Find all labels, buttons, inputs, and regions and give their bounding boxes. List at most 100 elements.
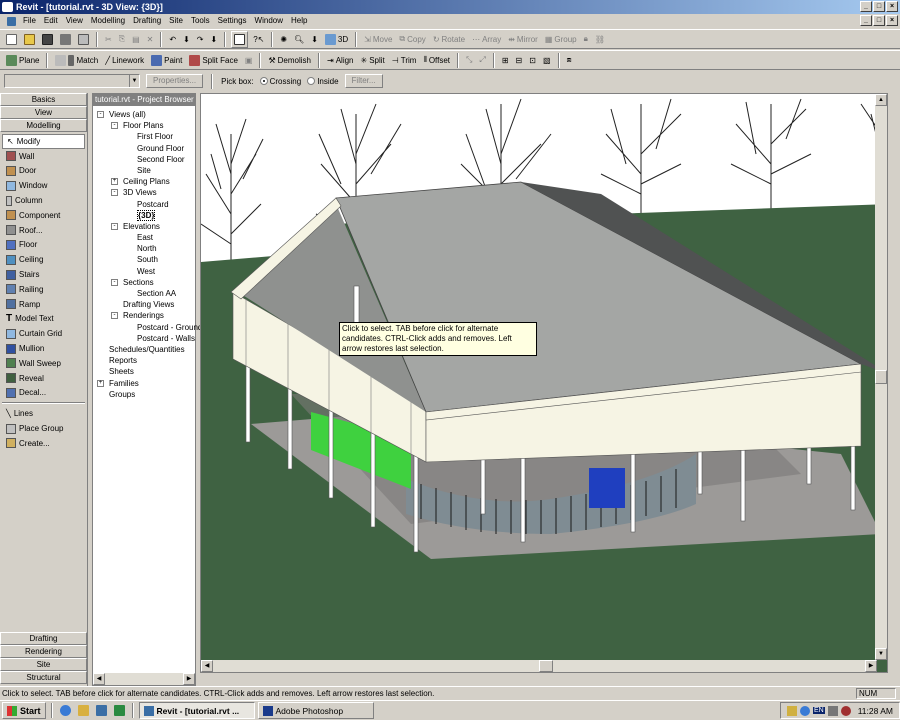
view-hscrollbar[interactable]: ◀ ▶ — [201, 660, 877, 672]
browser-item[interactable]: - Sections — [93, 277, 195, 288]
browser-item[interactable]: West — [93, 266, 195, 277]
browser-item[interactable]: Reports — [93, 355, 195, 366]
collapse-icon[interactable]: - — [111, 312, 118, 320]
print-icon[interactable] — [78, 33, 89, 45]
minimize-button[interactable]: _ — [860, 1, 872, 12]
demolish-button[interactable]: ⚒ Demolish — [266, 52, 313, 69]
menu-file[interactable]: File — [19, 14, 40, 28]
document-icon[interactable] — [7, 16, 16, 26]
browser-item[interactable]: First Floor — [93, 131, 195, 142]
revit-app-icon[interactable] — [2, 2, 13, 12]
zoom-menu-icon[interactable]: ⬇ — [311, 35, 318, 44]
tab-view[interactable]: View — [0, 106, 87, 119]
match-button[interactable]: Match — [53, 52, 100, 69]
scroll-down-icon[interactable]: ▼ — [875, 648, 887, 660]
tool-create[interactable]: Create... — [2, 436, 85, 451]
menu-view[interactable]: View — [62, 14, 87, 28]
browser-item[interactable]: - Elevations — [93, 221, 195, 232]
browser-item[interactable]: Schedules/Quantities — [93, 344, 195, 355]
save-icon[interactable] — [42, 33, 53, 45]
taskbar-revit[interactable]: Revit - [tutorial.rvt ... — [138, 702, 255, 719]
dynamic-view-icon[interactable]: ✺ — [280, 35, 287, 44]
undo-list-icon[interactable]: ⬇ — [183, 35, 190, 44]
view-vscrollbar[interactable]: ▲ ▼ — [875, 94, 887, 660]
workplane-icon[interactable]: ▧ — [543, 56, 551, 65]
help-pointer-icon[interactable]: ?↖ — [253, 35, 264, 44]
tab-site[interactable]: Site — [0, 658, 87, 671]
tool-reveal[interactable]: Reveal — [2, 371, 85, 386]
linework-button[interactable]: ╱ Linework — [103, 52, 146, 69]
scroll-left-icon[interactable]: ◀ — [93, 673, 105, 685]
level-icon[interactable]: ⊡ — [529, 56, 536, 65]
pin-icon[interactable]: ⤡ — [466, 55, 472, 65]
browser-item[interactable]: + Families — [93, 378, 195, 389]
tool-roof[interactable]: Roof... — [2, 223, 85, 238]
browser-item[interactable]: - Floor Plans — [93, 120, 195, 131]
redo-list-icon[interactable]: ⬇ — [210, 35, 217, 44]
browser-item[interactable]: Ground Floor — [93, 143, 195, 154]
start-button[interactable]: Start — [2, 702, 46, 719]
zoom-icon[interactable]: 🔍︎ — [294, 35, 304, 44]
outlook-icon[interactable] — [77, 705, 89, 716]
3d-view-canvas[interactable]: ▲ ▼ ◀ ▶ — [200, 93, 888, 673]
tool-door[interactable]: Door — [2, 164, 85, 179]
redo-icon[interactable]: ↷ — [197, 35, 204, 44]
tool-modify[interactable]: ↖ Modify — [2, 134, 85, 149]
array-button[interactable]: ⋯ Array — [470, 31, 503, 48]
browser-item[interactable]: Postcard - Walls — [93, 333, 195, 344]
menu-tools[interactable]: Tools — [187, 14, 214, 28]
tab-modelling[interactable]: Modelling — [0, 119, 87, 132]
crossing-radio[interactable]: Crossing — [259, 77, 301, 86]
tab-structural[interactable]: Structural — [0, 671, 87, 684]
browser-item[interactable]: Sheets — [93, 366, 195, 377]
browser-item[interactable]: South — [93, 254, 195, 265]
maximize-button[interactable]: □ — [873, 1, 885, 12]
split-face-button[interactable]: Split Face — [187, 52, 240, 69]
browser-item[interactable]: Drafting Views — [93, 299, 195, 310]
browser-hscrollbar[interactable]: ◀ ▶ — [93, 673, 195, 685]
tool-floor[interactable]: Floor — [2, 238, 85, 253]
menu-modelling[interactable]: Modelling — [87, 14, 129, 28]
menu-edit[interactable]: Edit — [40, 14, 62, 28]
media-player-icon[interactable] — [113, 705, 125, 716]
move-button[interactable]: ⇲ Move — [362, 31, 394, 48]
group-button[interactable]: ▦ Group — [543, 31, 579, 48]
link-icon[interactable]: ⛓ — [595, 35, 605, 44]
collapse-icon[interactable]: - — [111, 122, 118, 130]
scroll-up-icon[interactable]: ▲ — [875, 94, 887, 106]
browser-item[interactable]: Postcard - Ground — [93, 322, 202, 333]
toggle-window-icon[interactable] — [234, 33, 246, 45]
doc-restore-button[interactable]: □ — [873, 15, 885, 26]
tool-model-text[interactable]: T Model Text — [2, 312, 85, 327]
browser-item[interactable]: East — [93, 232, 195, 243]
browser-item[interactable]: Postcard — [93, 199, 195, 210]
unpin-icon[interactable]: ⤢ — [479, 55, 485, 65]
cut-icon[interactable]: ✂ — [105, 35, 112, 44]
tool-mullion[interactable]: Mullion — [2, 341, 85, 356]
browser-item[interactable]: - Views (all) — [93, 109, 195, 120]
tool-decal[interactable]: Decal... — [2, 386, 85, 401]
browser-item[interactable]: Section AA — [93, 288, 195, 299]
join-icon[interactable]: ▣ — [245, 56, 253, 65]
copy-icon[interactable]: ⎘ — [119, 34, 125, 44]
tool-wall[interactable]: Wall — [2, 149, 85, 164]
properties-button[interactable]: Properties... — [146, 74, 204, 88]
tool-window[interactable]: Window — [2, 178, 85, 193]
tab-basics[interactable]: Basics — [0, 93, 87, 106]
expand-icon[interactable]: + — [97, 379, 104, 387]
menu-settings[interactable]: Settings — [214, 14, 251, 28]
undo-icon[interactable]: ↶ — [169, 35, 176, 44]
doc-close-button[interactable]: × — [886, 15, 898, 26]
collapse-icon[interactable]: - — [97, 111, 104, 118]
tool-ceiling[interactable]: Ceiling — [2, 252, 85, 267]
scroll-left-icon[interactable]: ◀ — [201, 660, 213, 672]
grid-icon[interactable]: ⊟ — [516, 56, 523, 65]
tool-wall-sweep[interactable]: Wall Sweep — [2, 356, 85, 371]
visibility-icon[interactable]: ⧈ — [567, 55, 572, 65]
tool-stairs[interactable]: Stairs — [2, 267, 85, 282]
volume-icon[interactable] — [827, 705, 838, 716]
browser-item[interactable]: + Ceiling Plans — [93, 176, 195, 187]
browser-item[interactable]: Site — [93, 165, 195, 176]
globe-icon[interactable] — [799, 705, 810, 716]
browser-item[interactable]: {3D} — [93, 209, 195, 221]
